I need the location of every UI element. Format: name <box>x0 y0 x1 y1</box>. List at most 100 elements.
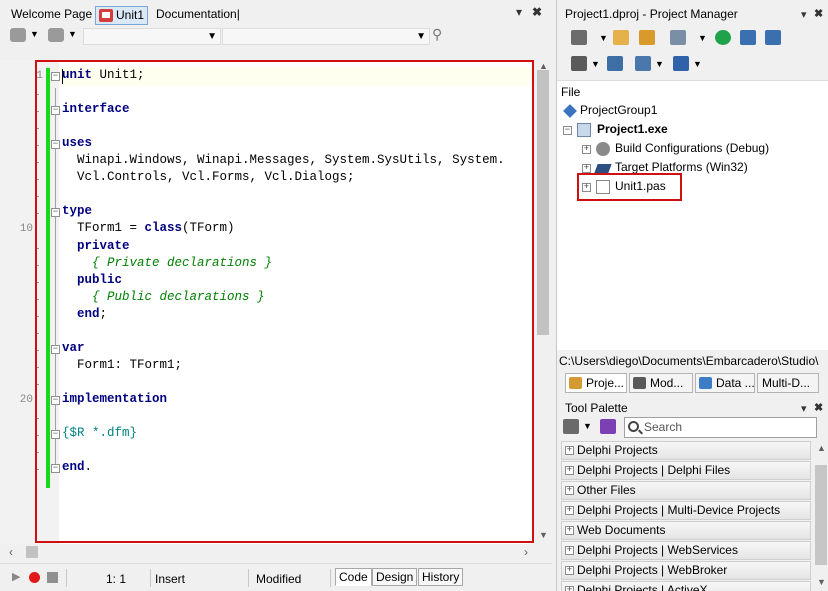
scroll-left-icon[interactable]: ‹ <box>9 545 13 559</box>
open-folder-icon[interactable] <box>639 30 655 45</box>
palette-category[interactable]: + Other Files <box>561 481 811 500</box>
build-icon[interactable] <box>607 56 623 71</box>
scroll-thumb[interactable] <box>815 465 827 565</box>
horizontal-scrollbar[interactable]: ‹ › <box>0 544 552 561</box>
code-fold-toggle[interactable]: − <box>51 395 60 405</box>
collapse-icon[interactable] <box>765 30 781 45</box>
stop-macro-icon[interactable] <box>47 572 58 583</box>
palette-category[interactable]: + Delphi Projects | WebServices <box>561 541 811 560</box>
code-text-area[interactable]: unit Unit1; interface uses Winapi.Windows,… <box>60 60 534 544</box>
code-fold-toggle[interactable]: − <box>51 72 60 81</box>
close-tab-icon[interactable]: ✖ <box>532 5 542 19</box>
tab-welcome-page[interactable]: Welcome Page <box>8 6 95 25</box>
scroll-up-icon[interactable]: ▲ <box>817 443 826 453</box>
scroll-thumb[interactable] <box>537 70 549 335</box>
expand-toggle[interactable]: + <box>565 446 574 455</box>
code-line[interactable]: private <box>62 239 130 253</box>
tab-multi-device[interactable]: Multi-D... <box>757 373 819 393</box>
scroll-thumb[interactable] <box>26 546 38 558</box>
expand-toggle[interactable]: + <box>565 546 574 555</box>
tab-design[interactable]: Design <box>372 568 418 586</box>
method-selector-combo[interactable]: ▼ <box>222 28 430 45</box>
collapse-toggle[interactable]: − <box>563 126 572 135</box>
scroll-right-icon[interactable]: › <box>524 545 528 559</box>
tab-code[interactable]: Code <box>335 568 372 586</box>
tree-item-project-group[interactable]: ProjectGroup1 <box>580 103 657 117</box>
record-macro-icon[interactable] <box>29 572 40 583</box>
code-fold-toggle[interactable]: − <box>51 464 60 474</box>
code-editor[interactable]: 1 10 20 − − − − − − − − unit Unit1; interface uses W… <box>0 60 552 544</box>
code-line[interactable]: end. <box>62 460 92 474</box>
palette-category[interactable]: + Delphi Projects | ActiveX <box>561 581 811 591</box>
chevron-down-icon[interactable]: ▼ <box>698 33 707 43</box>
tree-item-build-configurations[interactable]: Build Configurations (Debug) <box>615 141 769 155</box>
code-line[interactable]: Vcl.Controls, Vcl.Forms, Vcl.Dialogs; <box>62 170 355 184</box>
code-fold-toggle[interactable]: − <box>51 344 60 354</box>
code-line[interactable]: { Public declarations } <box>62 290 265 304</box>
code-line[interactable]: type <box>62 204 92 218</box>
palette-category[interactable]: + Delphi Projects | Delphi Files <box>561 461 811 480</box>
code-line[interactable]: end; <box>62 307 107 321</box>
pin-icon[interactable]: ▾ <box>801 402 807 415</box>
close-icon[interactable]: ✖ <box>814 7 823 20</box>
add-folder-icon[interactable] <box>613 30 629 45</box>
close-icon[interactable]: ✖ <box>814 401 823 414</box>
palette-category[interactable]: + Delphi Projects | WebBroker <box>561 561 811 580</box>
tab-unit1[interactable]: Unit1 <box>95 6 149 25</box>
tab-history[interactable]: History <box>418 568 464 586</box>
expand-icon[interactable] <box>740 30 756 45</box>
code-line[interactable]: public <box>62 273 122 287</box>
pin-icon[interactable]: ▾ <box>801 8 807 21</box>
chevron-down-icon[interactable]: ▼ <box>68 29 77 39</box>
expand-toggle[interactable]: + <box>582 145 591 154</box>
chevron-down-icon[interactable]: ▼ <box>599 33 608 43</box>
list-icon[interactable] <box>571 56 587 71</box>
chevron-down-icon[interactable]: ▼ <box>591 59 600 69</box>
layers-icon[interactable] <box>673 56 689 71</box>
cube-icon[interactable] <box>48 28 64 42</box>
expand-toggle[interactable]: + <box>565 586 574 591</box>
code-fold-toggle[interactable]: − <box>51 430 60 440</box>
chevron-down-icon[interactable]: ▼ <box>583 421 592 431</box>
scroll-down-icon[interactable]: ▼ <box>817 577 826 587</box>
search-icon[interactable]: ⚲ <box>432 26 442 43</box>
expand-toggle[interactable]: + <box>565 566 574 575</box>
expand-toggle[interactable]: + <box>565 486 574 495</box>
tab-list-dropdown-icon[interactable]: ▾ <box>516 5 522 19</box>
chevron-down-icon[interactable]: ▼ <box>655 59 664 69</box>
vertical-scrollbar[interactable]: ▲ ▼ <box>534 60 552 544</box>
code-line[interactable]: unit Unit1; <box>62 68 145 82</box>
code-line[interactable]: Form1: TForm1; <box>62 358 182 372</box>
tab-model-view[interactable]: Mod... <box>629 373 693 393</box>
code-fold-toggle[interactable]: − <box>51 106 60 116</box>
tab-projects[interactable]: Proje... <box>565 373 627 393</box>
expand-toggle[interactable]: + <box>565 526 574 535</box>
code-line[interactable]: {$R *.dfm} <box>62 426 137 440</box>
scroll-down-icon[interactable]: ▼ <box>539 530 548 540</box>
expand-toggle[interactable]: + <box>565 466 574 475</box>
play-macro-icon[interactable]: ▶ <box>12 570 20 583</box>
code-fold-toggle[interactable]: − <box>51 140 60 150</box>
search-input[interactable]: Search <box>624 417 817 438</box>
palette-category[interactable]: + Web Documents <box>561 521 811 540</box>
refresh-icon[interactable] <box>715 30 731 45</box>
cursor-icon[interactable] <box>600 419 616 434</box>
expand-toggle[interactable]: + <box>582 164 591 173</box>
code-line[interactable]: interface <box>62 102 130 116</box>
chevron-down-icon[interactable]: ▼ <box>30 29 39 39</box>
deploy-icon[interactable] <box>635 56 651 71</box>
class-selector-combo[interactable]: ▼ <box>83 28 221 45</box>
code-line[interactable]: implementation <box>62 392 167 406</box>
tab-documentation[interactable]: Documentation| <box>153 6 243 25</box>
tab-data-explorer[interactable]: Data ... <box>695 373 755 393</box>
expand-toggle[interactable]: + <box>565 506 574 515</box>
code-fold-toggle[interactable]: − <box>51 208 60 218</box>
categories-icon[interactable] <box>563 419 579 434</box>
project-tree[interactable]: File ProjectGroup1 − Project1.exe + Buil… <box>557 80 828 350</box>
calendar-icon[interactable] <box>670 30 686 45</box>
palette-category[interactable]: + Delphi Projects <box>561 441 811 460</box>
palette-scrollbar[interactable]: ▲ ▼ <box>813 441 828 591</box>
chevron-down-icon[interactable]: ▼ <box>693 59 702 69</box>
code-line[interactable]: Winapi.Windows, Winapi.Messages, System.… <box>62 153 505 167</box>
code-line[interactable]: TForm1 = class(TForm) <box>62 221 235 235</box>
